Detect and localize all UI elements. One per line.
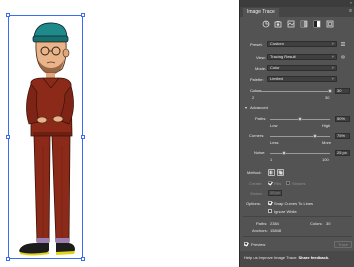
share-feedback-link[interactable]: Share feedback.: [298, 255, 329, 260]
colors-value-field[interactable]: 30: [335, 88, 350, 94]
black-and-white-icon[interactable]: [313, 20, 321, 28]
snap-curves-label: Snap Curves To Lines: [274, 201, 314, 206]
strokes-label: Strokes: [292, 181, 306, 186]
collapse-panel-icon[interactable]: »: [350, 1, 352, 5]
high-color-icon[interactable]: [274, 20, 282, 28]
image-trace-panel: » Image Trace ≡ Preset: Custom ˅ View: T…: [239, 0, 354, 267]
paths-slider-thumb[interactable]: [298, 117, 302, 121]
tab-image-trace[interactable]: Image Trace: [243, 8, 279, 17]
paths-low-label: Low: [270, 123, 278, 128]
mode-label: Mode:: [255, 66, 267, 71]
colors-slider-thumb[interactable]: [328, 89, 332, 93]
chevron-down-icon: ˅: [331, 54, 334, 59]
stats-paths-value: 2384: [270, 221, 279, 226]
feedback-text: Help us improve Image Trace:: [244, 255, 298, 260]
stroke-label: Stroke:: [250, 191, 263, 196]
view-toggle-eye-icon[interactable]: [341, 55, 345, 59]
palette-value: Limited: [270, 76, 283, 81]
stats-paths-label: Paths:: [256, 221, 268, 226]
preset-label: Preset:: [250, 42, 263, 47]
feedback-line: Help us improve Image Trace: Share feedb…: [244, 255, 329, 260]
chevron-down-icon: ˅: [331, 41, 334, 46]
stats-anchors-label: Anchors:: [252, 228, 268, 233]
method-abutting-button[interactable]: [268, 169, 275, 176]
corners-slider-thumb[interactable]: [313, 134, 317, 138]
document-canvas[interactable]: [0, 0, 239, 267]
colors-min-label: 2: [252, 95, 255, 100]
noise-label: Noise:: [254, 150, 266, 155]
noise-min-label: 1: [270, 157, 273, 162]
view-value: Tracing Result: [270, 54, 296, 59]
palette-dropdown[interactable]: Limited ˅: [267, 76, 337, 82]
stroke-width-field[interactable]: 10 px: [268, 190, 282, 196]
preset-buttons-row: [240, 20, 354, 29]
corners-slider-track[interactable]: [270, 136, 330, 137]
auto-color-icon[interactable]: [262, 20, 270, 28]
paths-value-field[interactable]: 50%: [335, 116, 350, 122]
view-dropdown[interactable]: Tracing Result ˅: [267, 54, 337, 60]
fills-label: Fills: [274, 181, 282, 186]
preset-dropdown[interactable]: Custom ˅: [267, 41, 337, 47]
palette-label: Palette:: [250, 77, 264, 82]
panel-tab-bar: Image Trace ≡: [240, 7, 354, 17]
view-label: View:: [256, 55, 266, 60]
hamburger-menu-icon[interactable]: ≡: [349, 9, 352, 14]
advanced-expanded-icon[interactable]: ▾: [245, 105, 247, 110]
noise-slider-thumb[interactable]: [282, 151, 287, 155]
ignore-white-checkbox[interactable]: [268, 209, 272, 213]
cartoon-man-illustration: [19, 22, 75, 256]
fills-checkbox[interactable]: [268, 181, 272, 185]
advanced-section-toggle[interactable]: Advanced: [250, 105, 268, 110]
colors-max-label: 30: [325, 95, 330, 100]
stats-colors-label: Colors:: [310, 221, 323, 226]
panel-title-bar[interactable]: »: [240, 0, 354, 7]
ignore-white-label: Ignore White: [274, 209, 297, 214]
colors-slider-track[interactable]: [252, 91, 330, 92]
paths-label: Paths:: [255, 116, 267, 121]
stats-anchors-value: 15848: [270, 228, 282, 233]
stats-divider: [243, 216, 352, 217]
paths-high-label: High: [322, 123, 331, 128]
preset-value: Custom: [270, 41, 284, 46]
noise-value-field[interactable]: 25 px: [335, 150, 350, 156]
method-overlapping-button[interactable]: [277, 169, 284, 176]
corners-label: Corners:: [249, 133, 265, 138]
snap-curves-checkbox[interactable]: [268, 201, 272, 205]
corners-more-label: More: [322, 140, 332, 145]
chevron-down-icon: ˅: [331, 76, 334, 81]
outline-icon[interactable]: [326, 20, 334, 28]
low-color-icon[interactable]: [287, 20, 295, 28]
chevron-down-icon: ˅: [331, 65, 334, 70]
noise-max-label: 100: [322, 157, 329, 162]
mode-dropdown[interactable]: Color ˅: [267, 65, 337, 71]
corners-less-label: Less: [270, 140, 279, 145]
grayscale-icon[interactable]: [300, 20, 308, 28]
preset-manage-icon[interactable]: [341, 42, 345, 46]
preview-label: Preview: [251, 242, 266, 247]
mode-value: Color: [270, 65, 280, 70]
trace-button[interactable]: Trace: [334, 241, 352, 248]
noise-slider-track[interactable]: [270, 153, 330, 154]
create-label: Create:: [249, 181, 263, 186]
method-label: Method:: [247, 170, 262, 175]
preview-divider: [243, 236, 352, 237]
stats-colors-value: 30: [326, 221, 331, 226]
preview-checkbox[interactable]: [244, 242, 248, 246]
options-label: Options:: [246, 201, 261, 206]
selected-traced-image[interactable]: [6, 13, 85, 261]
corners-value-field[interactable]: 75%: [335, 133, 350, 139]
strokes-checkbox[interactable]: [286, 181, 290, 185]
